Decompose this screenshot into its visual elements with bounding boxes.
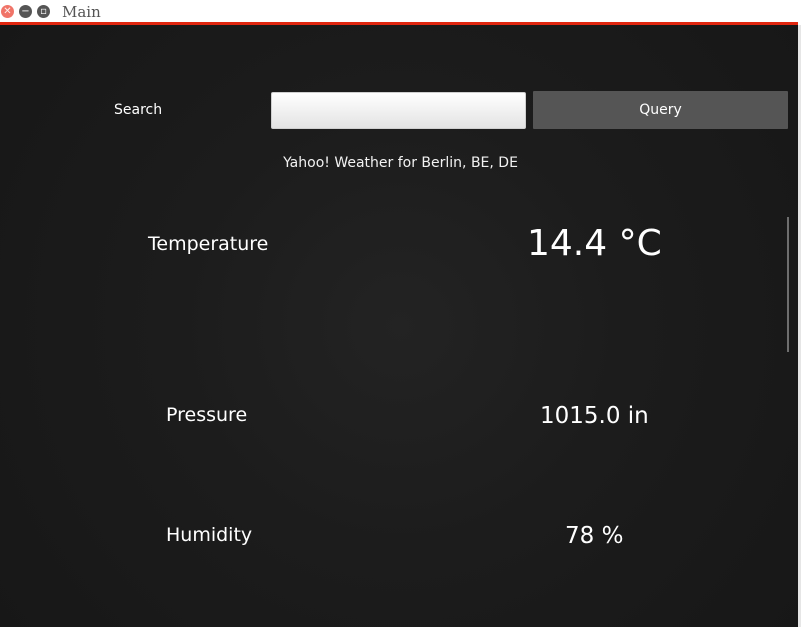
scrollbar[interactable] bbox=[787, 217, 789, 352]
pressure-value: 1015.0 in bbox=[540, 403, 649, 429]
close-icon[interactable]: ✕ bbox=[1, 5, 14, 18]
humidity-label: Humidity bbox=[166, 524, 253, 546]
title-bar: ✕ − ▫ Main bbox=[0, 0, 801, 25]
window-title: Main bbox=[62, 3, 101, 21]
pressure-label: Pressure bbox=[166, 404, 248, 426]
minimize-icon[interactable]: − bbox=[19, 5, 32, 18]
query-button[interactable]: Query bbox=[533, 91, 788, 129]
maximize-icon[interactable]: ▫ bbox=[37, 5, 50, 18]
temperature-value: 14.4 °C bbox=[527, 223, 662, 264]
search-label: Search bbox=[114, 102, 163, 118]
temperature-label: Temperature bbox=[148, 233, 269, 255]
search-input[interactable] bbox=[271, 92, 526, 129]
source-text: Yahoo! Weather for Berlin, BE, DE bbox=[283, 155, 518, 171]
humidity-value: 78 % bbox=[565, 523, 624, 549]
